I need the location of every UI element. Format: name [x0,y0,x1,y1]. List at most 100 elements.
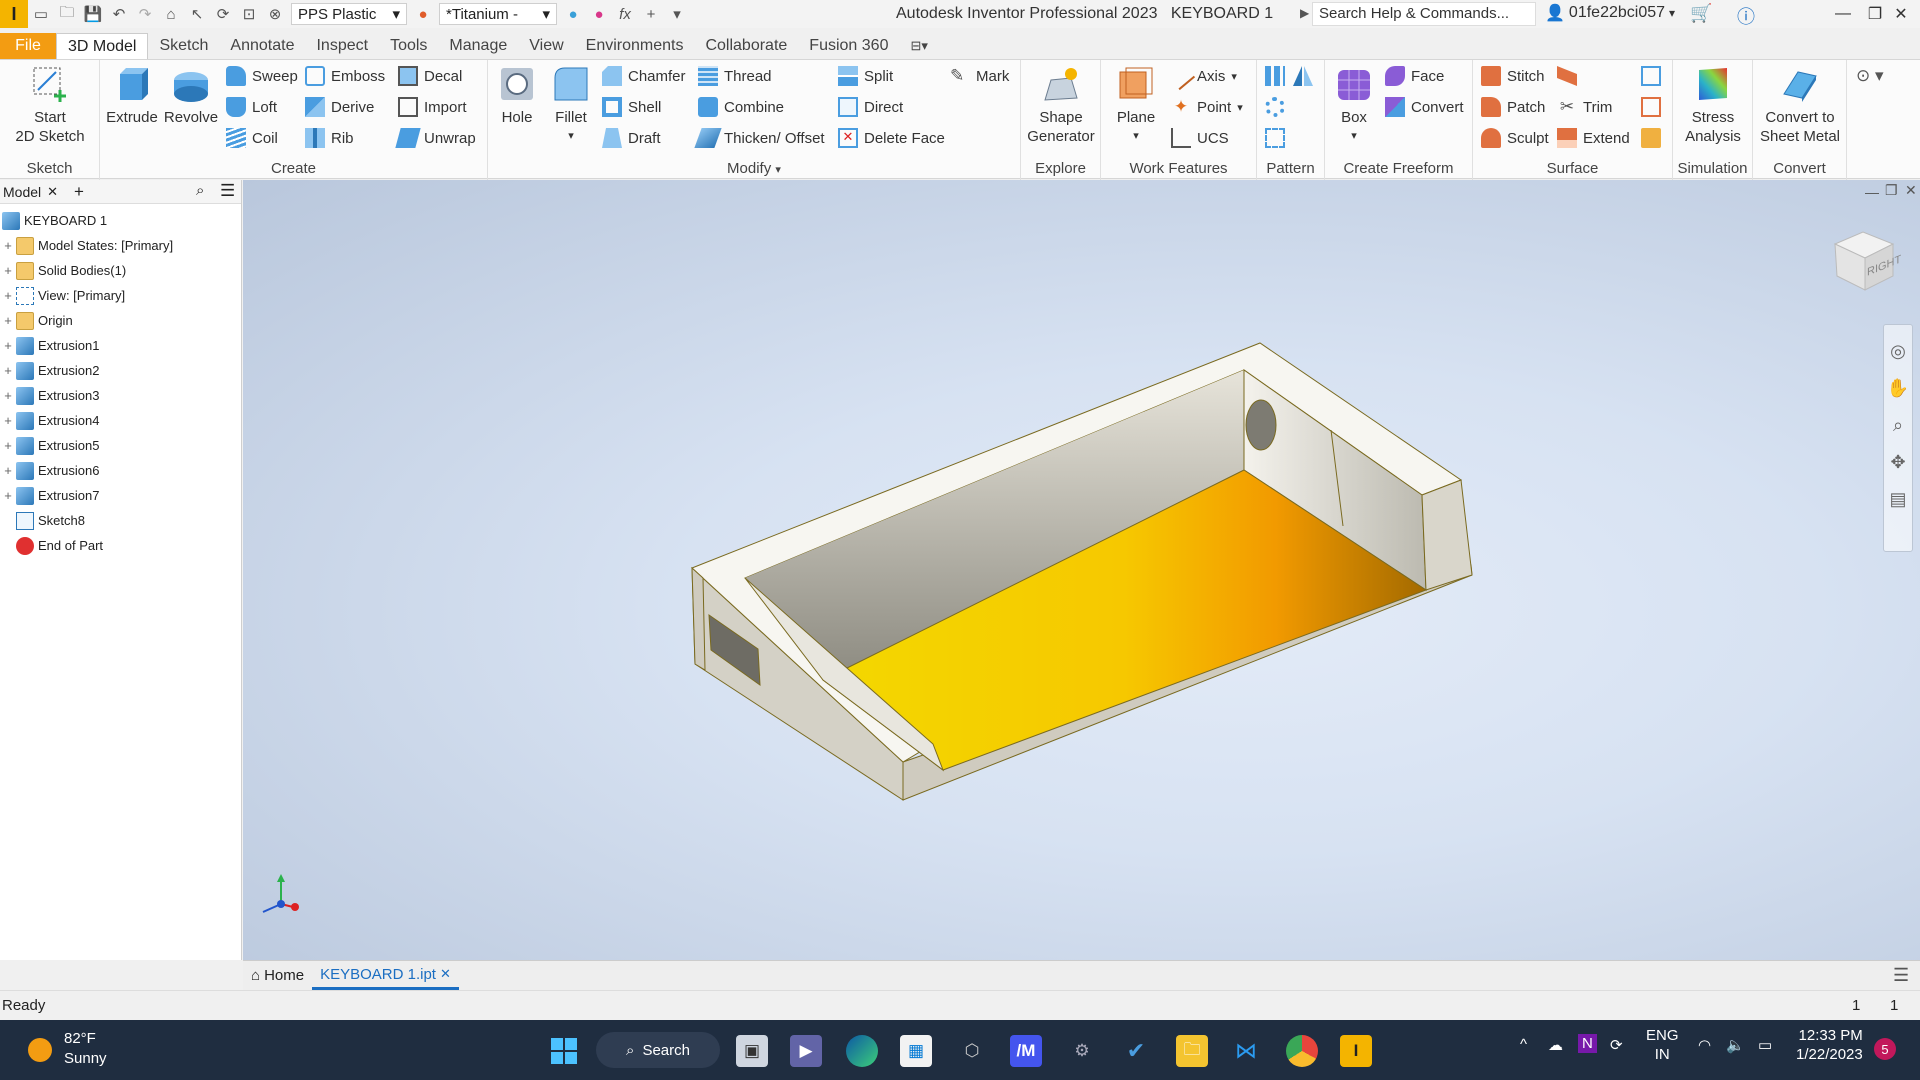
close-icon[interactable]: ✕ [1882,0,1920,28]
clear-override-icon[interactable]: ● [586,1,612,27]
emboss-button[interactable]: Emboss [305,64,385,88]
taskbar-search[interactable]: ⌕ Search [596,1032,720,1068]
box-button[interactable]: Box ▾ [1331,64,1377,146]
sweep-button[interactable]: Sweep [226,64,298,88]
orbit-icon[interactable]: ✥ [1884,452,1912,473]
model-canvas[interactable] [243,180,1920,960]
delete-face-button[interactable]: ✕ Delete Face [838,126,945,150]
add-icon[interactable]: + [638,1,664,27]
rectangular-pattern-button[interactable] [1265,64,1285,88]
add-icon[interactable]: + [74,182,84,202]
help-icon[interactable]: ⓘ [1737,3,1755,29]
expand-plus-icon[interactable]: + [0,338,16,353]
file-explorer-icon[interactable]: 🗀 [1176,1035,1208,1067]
weather-sun-icon[interactable] [28,1038,52,1062]
tree-item[interactable]: + Extrusion1 [0,333,241,358]
chamfer-button[interactable]: Chamfer [602,64,686,88]
new-file-icon[interactable]: ▭ [28,1,54,27]
expand-plus-icon[interactable]: + [0,488,16,503]
weather-temp[interactable]: 82°F [64,1030,96,1047]
tab-collaborate[interactable]: Collaborate [694,33,798,59]
menu-icon[interactable]: ☰ [220,181,235,201]
windows-start-icon[interactable] [548,1035,580,1067]
point-button[interactable]: ✦ Point ▾ [1171,95,1243,119]
home-icon[interactable]: ⌂ [158,1,184,27]
teams-icon[interactable]: ▶ [790,1035,822,1067]
tab-inspect[interactable]: Inspect [305,33,379,59]
viewport-restore-icon[interactable]: ❐ [1885,182,1898,199]
panel-label[interactable]: Modify ▾ [488,160,1020,177]
inventor-logo-icon[interactable]: I [0,0,28,28]
tree-item[interactable]: + Model States: [Primary] [0,233,241,258]
tree-item[interactable]: + Extrusion7 [0,483,241,508]
rib-button[interactable]: Rib [305,126,354,150]
tree-item[interactable]: Sketch8 [0,508,241,533]
expand-plus-icon[interactable]: + [0,388,16,403]
unwrap-button[interactable]: Unwrap [395,126,476,150]
plane-button[interactable]: Plane ▾ [1111,64,1161,146]
tree-item[interactable]: + Solid Bodies(1) [0,258,241,283]
volume-icon[interactable]: 🔈 [1726,1036,1745,1054]
material-select[interactable]: PPS Plastic ▾ [291,3,407,25]
tree-item[interactable]: + Extrusion3 [0,383,241,408]
draft-button[interactable]: Draft [602,126,661,150]
loft-button[interactable]: Loft [226,95,277,119]
appearance-select[interactable]: *Titanium - ▾ [439,3,557,25]
task-view-icon[interactable]: ▣ [736,1035,768,1067]
chrome-icon[interactable] [1286,1035,1318,1067]
tab-fusion-360[interactable]: Fusion 360 [798,33,899,59]
stress-analysis-button[interactable]: Stress Analysis [1677,64,1749,146]
mirror-button[interactable] [1293,64,1313,88]
tab-view[interactable]: View [518,33,574,59]
update-icon[interactable]: ⟳ [210,1,236,27]
expand-plus-icon[interactable]: + [0,363,16,378]
split-button[interactable]: Split [838,64,893,88]
redo-icon[interactable]: ↷ [132,1,158,27]
thicken-offset-button[interactable]: Thicken/ Offset [694,126,825,150]
tree-item[interactable]: + Extrusion5 [0,433,241,458]
edge-browser-icon[interactable] [846,1035,878,1067]
expand-plus-icon[interactable]: + [0,238,16,253]
help-search-input[interactable]: Search Help & Commands... [1312,2,1536,26]
ruled-surface-button[interactable] [1557,64,1577,88]
clock[interactable]: 12:33 PM 1/22/2023 [1796,1026,1863,1064]
derive-button[interactable]: Derive [305,95,374,119]
revolve-button[interactable]: Revolve [162,64,220,127]
search-icon[interactable]: ⌕ [196,182,204,199]
adjust-appearance-icon[interactable]: ● [560,1,586,27]
wifi-icon[interactable]: ◠ [1698,1036,1711,1054]
steering-wheel-icon[interactable]: ◎ [1884,341,1912,362]
select-icon[interactable]: ↖ [184,1,210,27]
tab-menu-icon[interactable]: ☰ [1893,965,1909,986]
look-at-icon[interactable]: ▤ [1884,489,1912,510]
home-tab[interactable]: ⌂ Home [243,962,312,990]
shell-button[interactable]: Shell [602,95,661,119]
viewcube[interactable]: RIGHT [1823,224,1903,304]
graphics-viewport[interactable]: RIGHT ◎ ✋ ⌕ ✥ ▤ — ❐ ✕ [243,180,1920,960]
todo-check-icon[interactable]: ✔ [1120,1035,1152,1067]
expand-plus-icon[interactable]: + [0,463,16,478]
tab-tools[interactable]: Tools [379,33,438,59]
trim-button[interactable]: ✂ Trim [1557,95,1613,119]
close-icon[interactable]: ✕ [47,184,58,200]
shape-generator-button[interactable]: Shape Generator [1027,64,1095,146]
tab-environments[interactable]: Environments [575,33,695,59]
notification-badge[interactable]: 5 [1874,1038,1896,1060]
open-folder-icon[interactable]: 🗀 [54,1,80,27]
hole-button[interactable]: Hole [492,64,542,127]
tree-root[interactable]: KEYBOARD 1 [0,208,241,233]
ribbon-display-icon[interactable]: ⊟▾ [899,33,938,59]
sculpt-button[interactable]: Sculpt [1481,126,1549,150]
sync-icon[interactable]: ⟳ [1610,1036,1623,1054]
freeform-face-button[interactable]: Face [1385,64,1444,88]
microsoft-store-icon[interactable]: ▦ [900,1035,932,1067]
onedrive-cloud-icon[interactable]: ☁ [1548,1036,1563,1054]
circular-pattern-button[interactable] [1265,95,1285,119]
customize-icon[interactable]: ▾ [664,1,690,27]
pan-hand-icon[interactable]: ✋ [1884,378,1912,399]
ucs-button[interactable]: UCS [1171,126,1229,150]
decal-button[interactable]: Decal [398,64,462,88]
parameters-icon[interactable]: fx [612,1,638,27]
clear-appearance-icon[interactable]: ⊗ [262,1,288,27]
language-indicator[interactable]: ENG IN [1646,1026,1679,1064]
